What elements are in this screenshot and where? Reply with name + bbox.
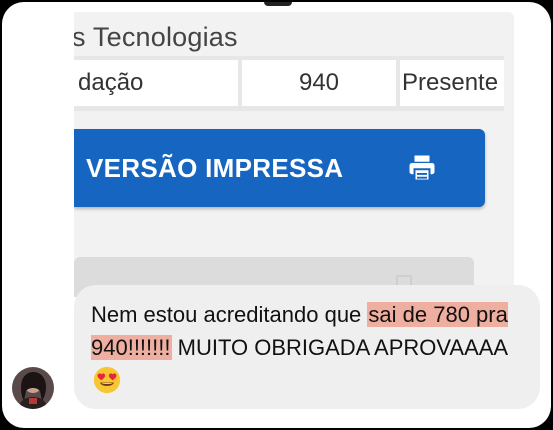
grade-subject-cell: dação [74, 60, 238, 106]
grade-row: dação 940 Presente [74, 56, 504, 111]
shared-screenshot[interactable]: s Tecnologias dação 940 Presente VERSÃO … [74, 12, 514, 297]
top-notch [264, 2, 292, 6]
grade-score-cell: 940 [242, 60, 396, 106]
message-bubble[interactable]: Nem estou acreditando que sai de 780 pra… [74, 285, 540, 409]
printer-icon [409, 155, 435, 182]
print-version-label: VERSÃO IMPRESSA [86, 152, 344, 183]
chat-card: s Tecnologias dação 940 Presente VERSÃO … [2, 2, 551, 428]
print-version-button[interactable]: VERSÃO IMPRESSA [74, 129, 485, 207]
message-text-before: Nem estou acreditando que [91, 302, 368, 327]
avatar[interactable] [12, 367, 54, 409]
section-title: s Tecnologias [74, 22, 238, 52]
message-text: Nem estou acreditando que sai de 780 pra… [91, 298, 531, 397]
heart-eyes-emoji-icon [93, 366, 121, 394]
message-text-after: MUITO OBRIGADA APROVAAAA [171, 335, 509, 360]
grade-status-cell: Presente [400, 60, 504, 106]
avatar-image [12, 367, 54, 409]
